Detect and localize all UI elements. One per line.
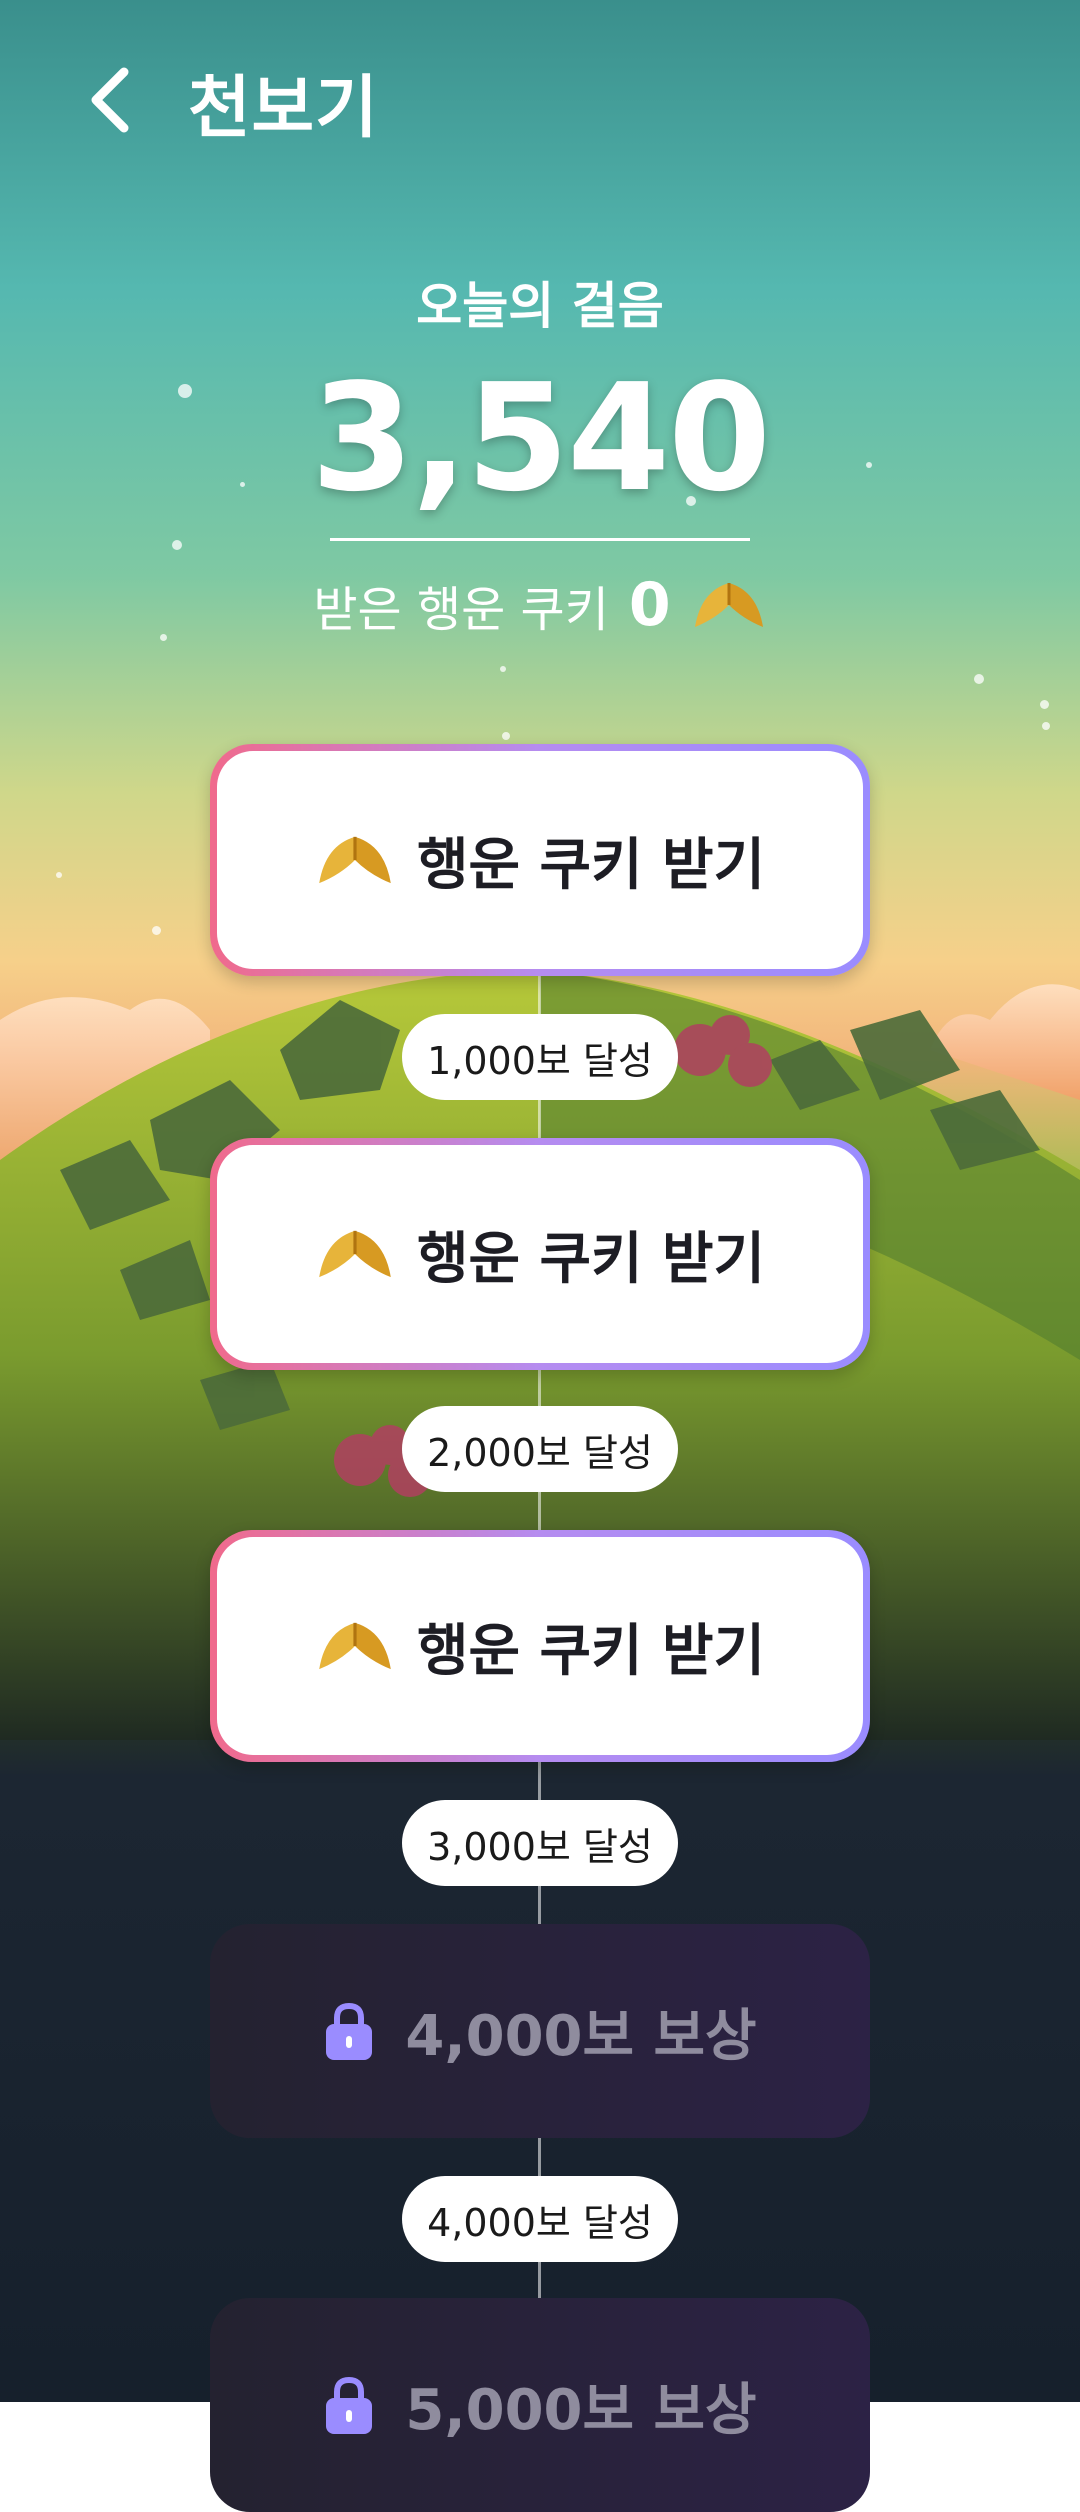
today-steps-label: 오늘의 걸음 <box>416 277 664 335</box>
milestone-badge-4000: 4,000보 달성 <box>402 2176 678 2262</box>
locked-reward-label: 4,000보 보상 <box>405 2003 757 2069</box>
today-steps-count: 3,540 <box>310 352 771 524</box>
received-cookies-count: 0 <box>628 570 671 640</box>
divider <box>330 538 750 541</box>
claim-cookie-label: 행운 쿠키 받기 <box>416 832 766 898</box>
top-bar: 천보기 <box>0 0 1080 200</box>
fortune-cookie-icon <box>319 1230 391 1278</box>
lock-icon <box>326 2376 373 2434</box>
locked-reward-label: 5,000보 보상 <box>405 2377 757 2443</box>
claim-cookie-button-2[interactable]: 행운 쿠키 받기 <box>210 1138 870 1370</box>
received-cookies-label: 받은 행운 쿠키 <box>313 582 609 638</box>
claim-cookie-button-1[interactable]: 행운 쿠키 받기 <box>210 744 870 976</box>
lock-icon <box>326 2002 373 2060</box>
milestone-badge-2000: 2,000보 달성 <box>402 1406 678 1492</box>
back-button[interactable] <box>60 50 160 150</box>
locked-reward-4000[interactable]: 4,000보 보상 <box>210 1924 870 2138</box>
claim-cookie-label: 행운 쿠키 받기 <box>416 1226 766 1292</box>
chevron-left-icon <box>91 67 129 133</box>
fortune-cookie-icon <box>694 583 763 627</box>
fortune-cookie-icon <box>319 836 391 884</box>
fortune-cookie-icon <box>319 1622 391 1670</box>
milestone-badge-3000: 3,000보 달성 <box>402 1800 678 1886</box>
received-cookies-row: 받은 행운 쿠키 0 <box>0 570 1080 640</box>
claim-cookie-button-3[interactable]: 행운 쿠키 받기 <box>210 1530 870 1762</box>
page-title: 천보기 <box>188 69 379 148</box>
locked-reward-5000[interactable]: 5,000보 보상 <box>210 2298 870 2512</box>
milestone-badge-1000: 1,000보 달성 <box>402 1014 678 1100</box>
claim-cookie-label: 행운 쿠키 받기 <box>416 1618 766 1684</box>
